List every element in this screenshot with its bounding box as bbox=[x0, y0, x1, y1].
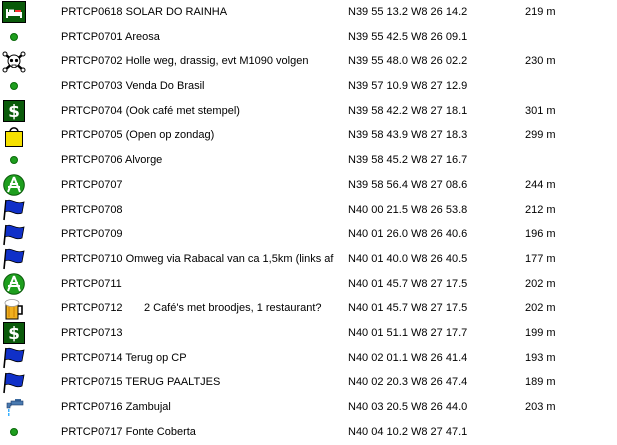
waypoint-name: PRTCP0714 Terug op CP bbox=[61, 351, 187, 364]
waypoint-altitude: 196 m bbox=[525, 228, 556, 241]
waypoint-coordinates: N39 55 13.2 W8 26 14.2 bbox=[348, 6, 468, 18]
waypoint-row[interactable]: PRTCP0716 Zambujal N40 03 20.5 W8 26 44.… bbox=[0, 395, 617, 420]
waypoint-name: PRTCP0706 Alvorge bbox=[61, 154, 163, 167]
waypoint-name: PRTCP0702 Holle weg, drassig, evt M1090 … bbox=[61, 55, 309, 68]
svg-text:$: $ bbox=[8, 324, 20, 344]
dollar-bank-icon: $ bbox=[2, 99, 26, 124]
waypoint-coordinates: N39 57 10.9 W8 27 12.9 bbox=[348, 80, 468, 93]
waypoint-altitude: 199 m bbox=[525, 326, 556, 339]
waypoint-row[interactable]: PRTCP0707 N39 58 56.4 W8 27 08.6 244 m bbox=[0, 173, 617, 198]
waypoint-list: PRTCP0618 SOLAR DO RAINHA N39 55 13.2 W8… bbox=[0, 0, 617, 444]
waypoint-altitude: 202 m bbox=[525, 277, 556, 290]
waypoint-coordinates: N39 55 42.5 W8 26 09.1 bbox=[348, 30, 468, 43]
waypoint-coordinates: N39 58 56.4 W8 27 08.6 bbox=[348, 178, 468, 191]
shopping-bag-icon bbox=[2, 123, 26, 148]
waypoint-row[interactable]: PRTCP0706 Alvorge N39 58 45.2 W8 27 16.7 bbox=[0, 148, 617, 173]
blue-flag-icon bbox=[2, 198, 26, 223]
waypoint-row[interactable]: PRTCP0714 Terug op CP N40 02 01.1 W8 26 … bbox=[0, 346, 617, 371]
waypoint-coordinates: N39 58 42.2 W8 27 18.1 bbox=[348, 104, 468, 117]
waypoint-altitude: 301 m bbox=[525, 104, 556, 117]
waypoint-altitude: 299 m bbox=[525, 129, 556, 142]
waypoint-altitude: 189 m bbox=[525, 376, 556, 389]
waypoint-name: PRTCP0705 (Open op zondag) bbox=[61, 129, 215, 142]
waypoint-coordinates: N40 02 20.3 W8 26 47.4 bbox=[348, 376, 468, 389]
waypoint-altitude: 212 m bbox=[525, 203, 556, 216]
beer-mug-icon bbox=[2, 296, 26, 321]
waypoint-row[interactable]: PRTCP0708 N40 00 21.5 W8 26 53.8 212 m bbox=[0, 198, 617, 223]
waypoint-altitude: 230 m bbox=[525, 55, 556, 68]
waypoint-row[interactable]: PRTCP0618 SOLAR DO RAINHA N39 55 13.2 W8… bbox=[0, 0, 617, 25]
picnic-area-icon bbox=[2, 173, 26, 198]
waypoint-row[interactable]: $ PRTCP0704 (Ook café met stempel) N39 5… bbox=[0, 99, 617, 124]
waypoint-name: PRTCP0709 bbox=[61, 228, 123, 241]
waypoint-coordinates: N40 04 10.2 W8 27 47.1 bbox=[348, 425, 468, 438]
blue-flag-icon bbox=[2, 222, 26, 247]
waypoint-coordinates: N40 01 40.0 W8 26 40.5 bbox=[348, 252, 468, 265]
waypoint-row[interactable]: PRTCP0712 2 Café's met broodjes, 1 resta… bbox=[0, 296, 617, 321]
blue-flag-icon bbox=[2, 370, 26, 395]
waypoint-altitude: 244 m bbox=[525, 178, 556, 191]
waypoint-name: PRTCP0716 Zambujal bbox=[61, 401, 171, 413]
waypoint-name: PRTCP0712 2 Café's met broodjes, 1 resta… bbox=[61, 302, 322, 315]
waypoint-row[interactable]: PRTCP0715 TERUG PAALTJES N40 02 20.3 W8 … bbox=[0, 370, 617, 395]
waypoint-name: PRTCP0618 SOLAR DO RAINHA bbox=[61, 6, 228, 18]
waypoint-coordinates: N40 01 45.7 W8 27 17.5 bbox=[348, 302, 468, 315]
waypoint-coordinates: N40 03 20.5 W8 26 44.0 bbox=[348, 401, 468, 413]
waypoint-coordinates: N39 58 45.2 W8 27 16.7 bbox=[348, 154, 468, 167]
waypoint-dot-icon bbox=[2, 25, 26, 50]
waypoint-coordinates: N40 00 21.5 W8 26 53.8 bbox=[348, 203, 468, 216]
blue-flag-icon bbox=[2, 247, 26, 272]
waypoint-coordinates: N39 55 48.0 W8 26 02.2 bbox=[348, 55, 468, 68]
waypoint-coordinates: N39 58 43.9 W8 27 18.3 bbox=[348, 129, 468, 142]
waypoint-row[interactable]: PRTCP0710 Omweg via Rabacal van ca 1,5km… bbox=[0, 247, 617, 272]
waypoint-row[interactable]: PRTCP0711 N40 01 45.7 W8 27 17.5 202 m bbox=[0, 272, 617, 297]
skull-crossbones-icon bbox=[2, 49, 26, 74]
blue-flag-icon bbox=[2, 346, 26, 371]
lodging-icon bbox=[2, 0, 26, 25]
waypoint-coordinates: N40 01 26.0 W8 26 40.6 bbox=[348, 228, 468, 241]
waypoint-dot-icon bbox=[2, 148, 26, 173]
waypoint-name: PRTCP0701 Areosa bbox=[61, 30, 160, 43]
picnic-area-icon bbox=[2, 272, 26, 297]
waypoint-altitude: 202 m bbox=[525, 302, 556, 315]
waypoint-altitude: 219 m bbox=[525, 6, 556, 18]
waypoint-dot-icon bbox=[2, 74, 26, 99]
waypoint-coordinates: N40 01 51.1 W8 27 17.7 bbox=[348, 326, 468, 339]
waypoint-coordinates: N40 02 01.1 W8 26 41.4 bbox=[348, 351, 468, 364]
waypoint-name: PRTCP0710 Omweg via Rabacal van ca 1,5km… bbox=[61, 252, 334, 265]
waypoint-name: PRTCP0717 Fonte Coberta bbox=[61, 425, 196, 438]
waypoint-altitude: 177 m bbox=[525, 252, 556, 265]
svg-text:$: $ bbox=[8, 102, 20, 122]
waypoint-name: PRTCP0703 Venda Do Brasil bbox=[61, 80, 205, 93]
dollar-bank-icon: $ bbox=[2, 321, 26, 346]
waypoint-row[interactable]: PRTCP0702 Holle weg, drassig, evt M1090 … bbox=[0, 49, 617, 74]
water-tap-icon bbox=[2, 395, 26, 420]
waypoint-altitude: 193 m bbox=[525, 351, 556, 364]
waypoint-coordinates: N40 01 45.7 W8 27 17.5 bbox=[348, 277, 468, 290]
waypoint-row[interactable]: PRTCP0709 N40 01 26.0 W8 26 40.6 196 m bbox=[0, 222, 617, 247]
waypoint-name: PRTCP0715 TERUG PAALTJES bbox=[61, 376, 221, 389]
waypoint-dot-icon bbox=[2, 420, 26, 445]
waypoint-row[interactable]: $ PRTCP0713 N40 01 51.1 W8 27 17.7 199 m bbox=[0, 321, 617, 346]
waypoint-name: PRTCP0704 (Ook café met stempel) bbox=[61, 104, 240, 117]
waypoint-name: PRTCP0713 bbox=[61, 326, 123, 339]
waypoint-row[interactable]: PRTCP0717 Fonte Coberta N40 04 10.2 W8 2… bbox=[0, 420, 617, 445]
waypoint-name: PRTCP0711 bbox=[61, 277, 122, 290]
waypoint-row[interactable]: PRTCP0701 Areosa N39 55 42.5 W8 26 09.1 bbox=[0, 25, 617, 50]
waypoint-name: PRTCP0707 bbox=[61, 178, 123, 191]
waypoint-row[interactable]: PRTCP0703 Venda Do Brasil N39 57 10.9 W8… bbox=[0, 74, 617, 99]
waypoint-name: PRTCP0708 bbox=[61, 203, 123, 216]
waypoint-row[interactable]: PRTCP0705 (Open op zondag) N39 58 43.9 W… bbox=[0, 123, 617, 148]
waypoint-altitude: 203 m bbox=[525, 401, 556, 413]
